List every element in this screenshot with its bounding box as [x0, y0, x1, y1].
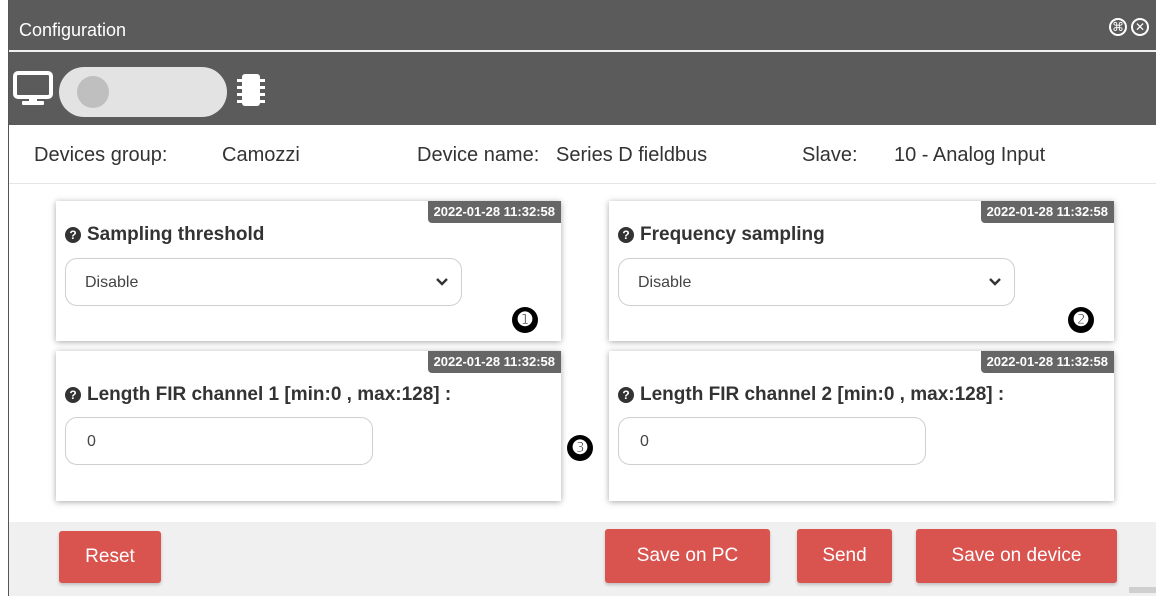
close-icon[interactable]: ✕: [1131, 18, 1149, 36]
mode-toolbar: [9, 52, 1156, 125]
devices-group-value: Camozzi: [222, 144, 300, 166]
fir-channel-1-input[interactable]: 0: [65, 417, 373, 465]
timestamp-badge: 2022-01-28 11:32:58: [980, 201, 1114, 223]
save-on-device-button[interactable]: Save on device: [916, 529, 1117, 583]
help-icon[interactable]: ?: [618, 387, 634, 403]
pin-icon[interactable]: ⌘: [1109, 18, 1127, 36]
device-name-value: Series D fieldbus: [556, 144, 708, 166]
device-name-label: Device name:: [417, 144, 540, 166]
chevron-down-icon: [436, 278, 448, 286]
slave-value: 10 - Analog Input: [894, 144, 1046, 166]
timestamp-badge: 2022-01-28 11:32:58: [980, 351, 1114, 373]
chevron-down-icon: [989, 278, 1001, 286]
help-icon[interactable]: ?: [65, 387, 81, 403]
frequency-sampling-select[interactable]: Disable: [618, 258, 1015, 306]
toggle-knob[interactable]: [77, 76, 109, 108]
sampling-threshold-select[interactable]: Disable: [65, 258, 462, 306]
card-fir-channel-1: 2022-01-28 11:32:58 ? Length FIR channel …: [56, 351, 561, 501]
help-icon[interactable]: ?: [618, 227, 634, 243]
configuration-window: Configuration ⌘ ✕ Devices group: Camozzi…: [8, 0, 1156, 596]
timestamp-badge: 2022-01-28 11:32:58: [427, 201, 561, 223]
reset-button[interactable]: Reset: [59, 531, 161, 583]
help-icon[interactable]: ?: [65, 227, 81, 243]
annotation-marker-3: ➌: [567, 435, 593, 461]
title-bar: Configuration ⌘ ✕: [9, 0, 1156, 50]
input-value: 0: [87, 433, 96, 450]
save-on-pc-button[interactable]: Save on PC: [605, 529, 770, 583]
annotation-marker-2: ➋: [1068, 307, 1094, 333]
horizontal-scrollbar[interactable]: [1129, 587, 1156, 593]
chip-icon: [237, 74, 265, 106]
slave-label: Slave:: [802, 144, 858, 166]
monitor-icon: [13, 71, 53, 105]
fir-channel-2-input[interactable]: 0: [618, 417, 926, 465]
input-value: 0: [640, 433, 649, 450]
select-value: Disable: [638, 274, 692, 291]
devices-group-label: Devices group:: [34, 144, 168, 166]
select-value: Disable: [85, 274, 139, 291]
field-label: ? Length FIR channel 2 [min:0 , max:128] …: [618, 384, 1004, 406]
pc-device-toggle[interactable]: [59, 67, 227, 117]
field-label: ? Sampling threshold: [65, 224, 264, 246]
titlebar-controls: ⌘ ✕: [1109, 18, 1149, 36]
timestamp-badge: 2022-01-28 11:32:58: [427, 351, 561, 373]
card-frequency-sampling: 2022-01-28 11:32:58 ? Frequency sampling …: [609, 201, 1114, 341]
card-sampling-threshold: 2022-01-28 11:32:58 ? Sampling threshold …: [56, 201, 561, 341]
card-fir-channel-2: 2022-01-28 11:32:58 ? Length FIR channel …: [609, 351, 1114, 501]
device-info-bar: Devices group: Camozzi Device name: Seri…: [9, 125, 1156, 184]
field-label: ? Frequency sampling: [618, 224, 825, 246]
field-label: ? Length FIR channel 1 [min:0 , max:128] …: [65, 384, 451, 406]
window-title: Configuration: [19, 20, 127, 40]
annotation-marker-1: ➊: [512, 307, 538, 333]
send-button[interactable]: Send: [797, 529, 892, 583]
